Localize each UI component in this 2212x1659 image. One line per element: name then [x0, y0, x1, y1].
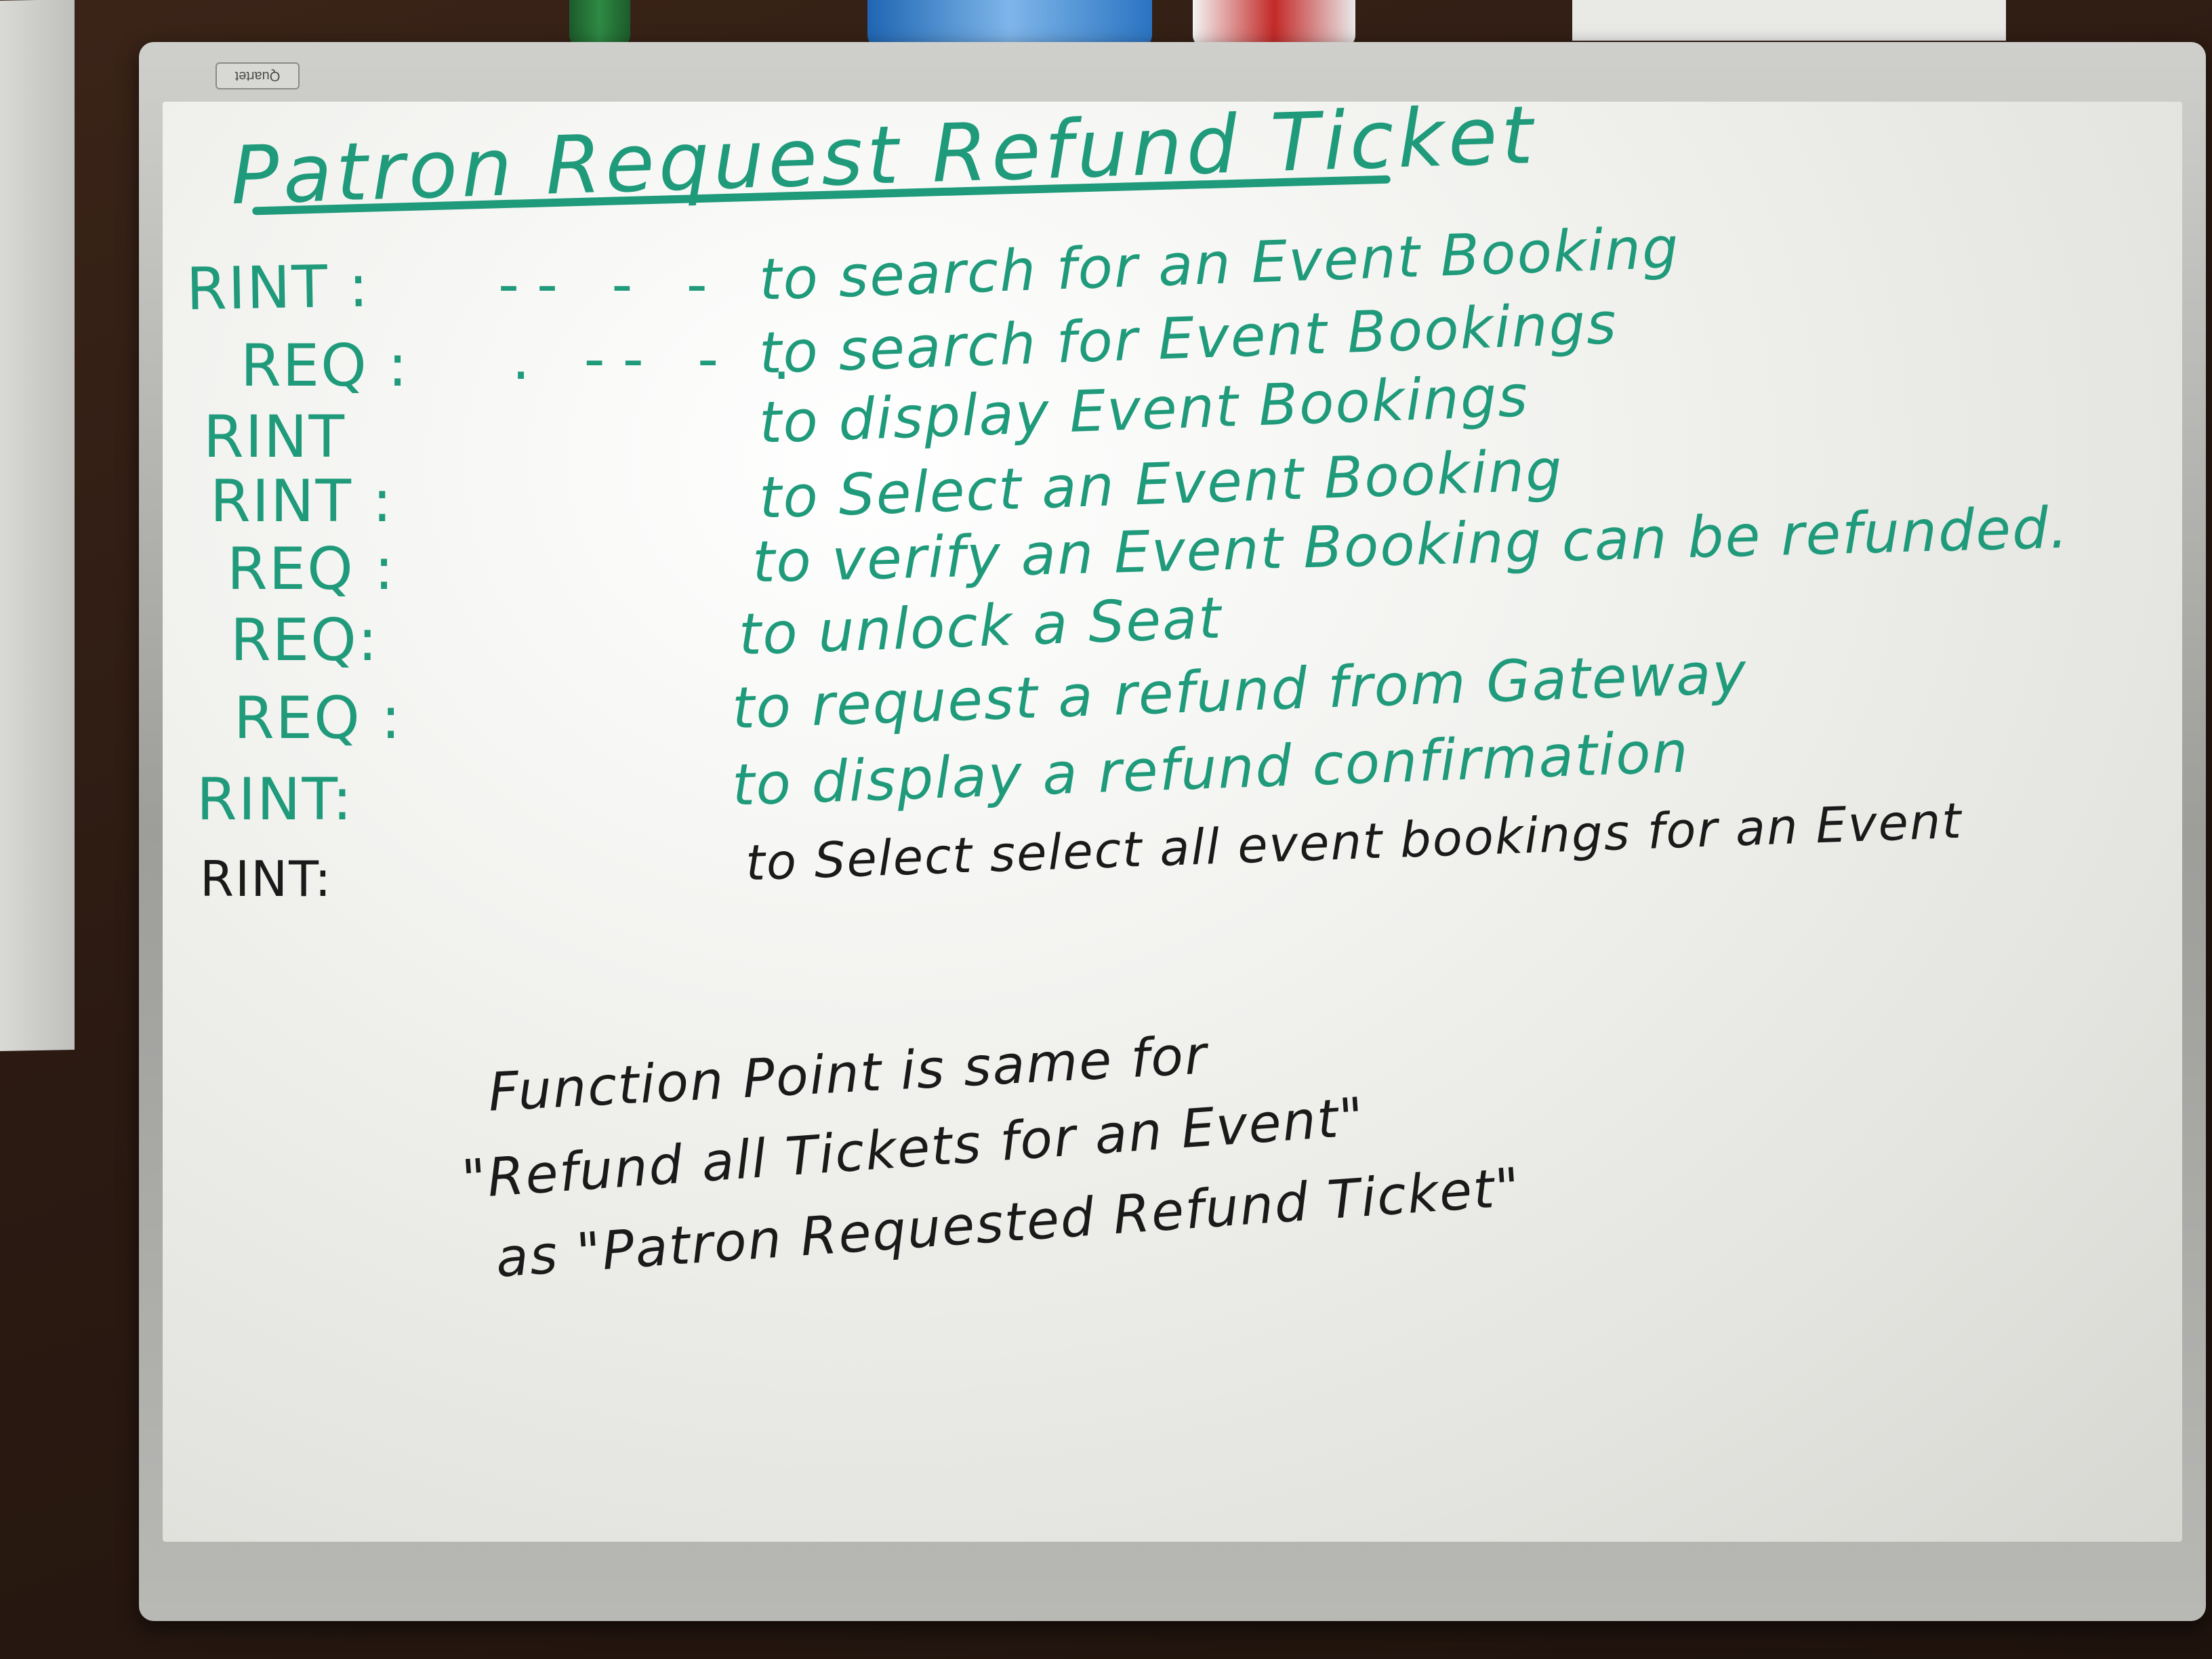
green-marker: [569, 0, 630, 47]
step-label: RINT:: [197, 766, 354, 834]
brand-badge: Quartet: [216, 62, 300, 89]
paper-sheet-top: [1572, 0, 2006, 41]
step-dashes: -- - -: [498, 251, 725, 319]
step-label: REQ:: [230, 607, 379, 674]
step-label: REQ :: [227, 535, 396, 603]
step-label: RINT :: [186, 252, 371, 324]
step-label: REQ :: [241, 332, 409, 400]
step-label: RINT:: [200, 851, 333, 907]
step-label: REQ :: [234, 684, 403, 752]
red-marker: [1193, 0, 1355, 47]
blue-marker-pack: [867, 0, 1152, 47]
step-label: RINT: [203, 403, 346, 471]
step-label: RINT :: [210, 468, 394, 535]
paper-sheet-left: [0, 0, 75, 1051]
